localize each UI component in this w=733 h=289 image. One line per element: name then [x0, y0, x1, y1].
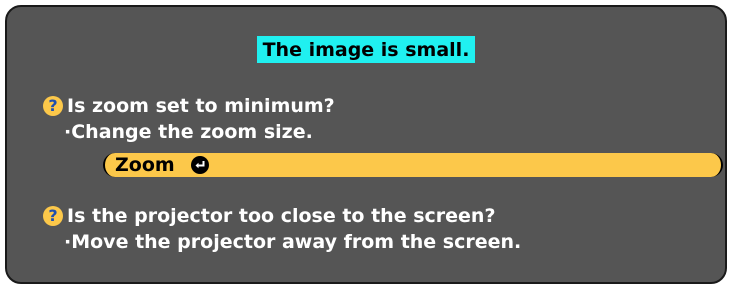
zoom-button-label: Zoom: [115, 154, 175, 176]
answer-2-text: ·Move the projector away from the screen…: [64, 231, 522, 253]
dialog-title-wrap: The image is small.: [7, 36, 725, 63]
question-1: ? Is zoom set to minimum?: [43, 93, 335, 119]
question-circle-icon: ?: [43, 206, 63, 226]
answer-1-text: ·Change the zoom size.: [64, 121, 313, 143]
enter-icon: [190, 156, 209, 174]
question-circle-icon: ?: [43, 96, 63, 116]
question-1-text: Is zoom set to minimum?: [67, 95, 335, 117]
dialog-title: The image is small.: [256, 36, 476, 63]
question-2-text: Is the projector too close to the screen…: [67, 205, 496, 227]
help-dialog: The image is small. ? Is zoom set to min…: [5, 5, 727, 284]
question-2: ? Is the projector too close to the scre…: [43, 203, 495, 229]
zoom-button[interactable]: Zoom: [103, 153, 723, 177]
